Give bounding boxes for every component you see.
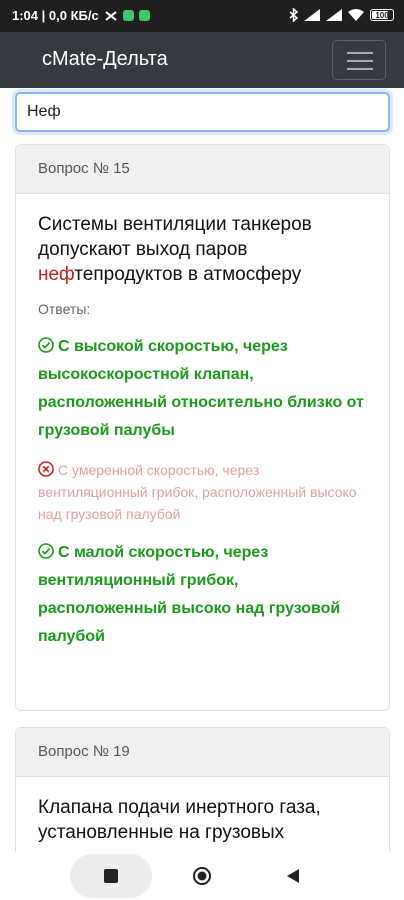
app-brand[interactable]: cMate-Дельта [42,48,168,71]
system-nav-bar [0,852,404,900]
answer-correct: С высокой скоростью, через высокоскорост… [38,337,364,439]
search-input[interactable] [15,92,390,132]
bluetooth-icon [289,8,298,22]
square-icon[interactable] [104,869,118,883]
wifi-icon [348,9,364,21]
status-left: 1:04 | 0,0 КБ/с [12,8,150,23]
question-number: Вопрос № 15 [16,145,389,194]
app-notification-icon [122,10,134,21]
navbar: cMate-Дельта [0,32,404,88]
menu-toggle-button[interactable] [332,40,386,80]
question-text: Системы вентиляции танкеров допускают вы… [38,214,312,285]
signal-icon [326,9,342,21]
check-circle-icon [38,543,54,559]
status-bar: 1:04 | 0,0 КБ/с 100 [0,0,404,32]
answer-wrong: С умеренной скоростью, через вентиляцион… [38,461,357,522]
status-right: 100 [289,8,394,22]
back-triangle-icon[interactable] [286,868,300,884]
question-card: Вопрос № 15 Системы вентиляции танкеров … [15,144,390,711]
battery-icon: 100 [370,9,394,21]
signal-icon [304,9,320,21]
menu-icon [347,52,373,54]
search-highlight: неф [38,264,75,285]
vpn-icon [105,10,117,21]
home-circle-icon[interactable] [192,866,212,886]
battery-level: 100 [375,11,389,20]
answers-label: Ответы: [38,301,91,317]
check-circle-icon [38,337,54,353]
question-card: Вопрос № 19 Клапана подачи инертного газ… [15,727,390,867]
question-text: Клапана подачи инертного газа, установле… [38,797,321,843]
question-number: Вопрос № 19 [16,728,389,777]
status-time-info: 1:04 | 0,0 КБ/с [12,8,99,23]
x-circle-icon [38,461,54,477]
answer-correct: С малой скоростью, через вентиляционный … [38,543,341,645]
app-notification-icon [138,10,150,21]
